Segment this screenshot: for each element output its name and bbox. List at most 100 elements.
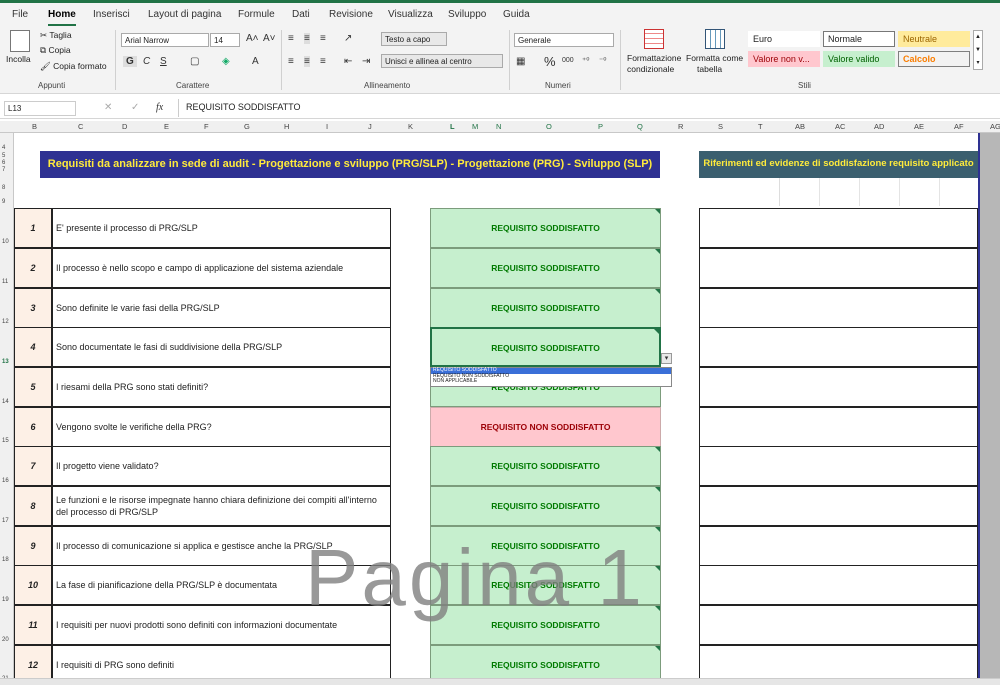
underline-button[interactable]: S bbox=[160, 56, 167, 67]
col-header[interactable]: L bbox=[450, 122, 455, 131]
col-header[interactable]: K bbox=[408, 122, 413, 131]
align-bottom-icon[interactable]: ≡ bbox=[320, 33, 326, 44]
format-painter-button[interactable]: 🖌 Copia formato bbox=[40, 61, 107, 72]
row-header[interactable]: 16 bbox=[2, 478, 9, 484]
style-normale[interactable]: Normale bbox=[823, 31, 895, 47]
align-right-icon[interactable]: ≡ bbox=[320, 56, 326, 67]
col-header[interactable]: B bbox=[32, 122, 37, 131]
row-header[interactable]: 4 bbox=[2, 145, 5, 151]
font-name-select[interactable]: Arial Narrow bbox=[121, 33, 209, 47]
row-header[interactable]: 10 bbox=[2, 239, 9, 245]
col-header[interactable]: F bbox=[204, 122, 209, 131]
col-header[interactable]: AF bbox=[954, 122, 964, 131]
menu-formule[interactable]: Formule bbox=[238, 9, 275, 20]
format-as-table-button[interactable]: Formatta come bbox=[686, 53, 743, 63]
requirement-text[interactable]: Il progetto viene validato? bbox=[52, 446, 391, 486]
menu-revisione[interactable]: Revisione bbox=[329, 9, 373, 20]
status-cell[interactable]: REQUISITO NON SODDISFATTO bbox=[430, 407, 661, 447]
col-header[interactable]: E bbox=[164, 122, 169, 131]
col-header[interactable]: S bbox=[718, 122, 723, 131]
bold-button[interactable]: G bbox=[123, 56, 137, 67]
cut-button[interactable]: ✂ Taglia bbox=[40, 30, 72, 41]
requirement-text[interactable]: E' presente il processo di PRG/SLP bbox=[52, 208, 391, 248]
col-header[interactable]: P bbox=[598, 122, 603, 131]
percent-icon[interactable]: % bbox=[544, 54, 556, 69]
col-header[interactable]: D bbox=[122, 122, 127, 131]
row-header[interactable]: 19 bbox=[2, 597, 9, 603]
menu-guida[interactable]: Guida bbox=[503, 9, 530, 20]
indent-decrease-icon[interactable]: ⇤ bbox=[344, 56, 352, 67]
function-icon[interactable]: fx bbox=[156, 102, 163, 113]
dropdown-arrow-icon[interactable]: ▾ bbox=[661, 353, 672, 364]
style-valido[interactable]: Valore valido bbox=[823, 51, 895, 67]
row-header[interactable]: 14 bbox=[2, 399, 9, 405]
row-header[interactable]: 11 bbox=[2, 279, 8, 285]
merge-center-button[interactable]: Unisci e allinea al centro bbox=[381, 54, 503, 68]
evidence-cell[interactable] bbox=[699, 208, 978, 248]
col-header[interactable]: G bbox=[244, 122, 250, 131]
cancel-icon[interactable]: ✕ bbox=[104, 102, 112, 113]
sheet-tabs-bar[interactable] bbox=[0, 678, 1000, 685]
conditional-format-button-line2[interactable]: condizionale bbox=[627, 64, 674, 74]
menu-sviluppo[interactable]: Sviluppo bbox=[448, 9, 486, 20]
row-header[interactable]: 5 bbox=[2, 153, 5, 159]
style-euro[interactable]: Euro bbox=[748, 31, 820, 47]
paste-button[interactable]: Incolla bbox=[6, 54, 31, 64]
align-center-icon[interactable]: ≡ bbox=[304, 56, 310, 67]
col-header[interactable]: H bbox=[284, 122, 289, 131]
increase-decimal-icon[interactable]: ⁺⁰ bbox=[582, 56, 589, 65]
row-header[interactable]: 9 bbox=[2, 199, 5, 205]
col-header[interactable]: R bbox=[678, 122, 683, 131]
row-header[interactable]: 8 bbox=[2, 185, 5, 191]
menu-layout[interactable]: Layout di pagina bbox=[148, 9, 221, 20]
requirement-text[interactable]: Il processo è nello scopo e campo di app… bbox=[52, 248, 391, 288]
col-header[interactable]: AB bbox=[795, 122, 805, 131]
col-header[interactable]: T bbox=[758, 122, 763, 131]
dropdown-option[interactable]: NON APPLICABILE bbox=[431, 378, 671, 385]
requirement-text[interactable]: Le funzioni e le risorse impegnate hanno… bbox=[52, 486, 391, 526]
col-header[interactable]: I bbox=[326, 122, 328, 131]
conditional-format-button[interactable]: Formattazione bbox=[627, 53, 681, 63]
col-header[interactable]: AC bbox=[835, 122, 845, 131]
menu-dati[interactable]: Dati bbox=[292, 9, 310, 20]
conditional-format-icon[interactable] bbox=[644, 29, 664, 49]
indent-increase-icon[interactable]: ⇥ bbox=[362, 56, 370, 67]
decrease-decimal-icon[interactable]: ⁻⁰ bbox=[599, 56, 606, 65]
copy-button[interactable]: ⧉ Copia bbox=[40, 45, 71, 56]
font-size-select[interactable]: 14 bbox=[210, 33, 240, 47]
name-box[interactable]: L13 bbox=[4, 101, 76, 116]
row-header[interactable]: 12 bbox=[2, 319, 9, 325]
requirement-text[interactable]: Vengono svolte le verifiche della PRG? bbox=[52, 407, 391, 447]
shrink-font-icon[interactable]: A˅ bbox=[263, 33, 276, 44]
evidence-cell[interactable] bbox=[699, 486, 978, 526]
paste-icon[interactable] bbox=[10, 30, 30, 52]
row-header[interactable]: 6 bbox=[2, 160, 5, 166]
evidence-cell[interactable] bbox=[699, 327, 978, 367]
evidence-cell[interactable] bbox=[699, 248, 978, 288]
align-left-icon[interactable]: ≡ bbox=[288, 56, 294, 67]
requirement-text[interactable]: Sono definite le varie fasi della PRG/SL… bbox=[52, 288, 391, 328]
align-middle-icon[interactable]: ≡ bbox=[304, 33, 310, 44]
status-cell-selected[interactable]: REQUISITO SODDISFATTO bbox=[430, 327, 661, 367]
col-header[interactable]: C bbox=[78, 122, 83, 131]
style-neutrale[interactable]: Neutrale bbox=[898, 31, 970, 47]
orientation-icon[interactable]: ↗ bbox=[344, 33, 352, 44]
enter-icon[interactable]: ✓ bbox=[131, 102, 139, 113]
menu-file[interactable]: File bbox=[12, 9, 28, 20]
status-cell[interactable]: REQUISITO SODDISFATTO bbox=[430, 486, 661, 526]
italic-button[interactable]: C bbox=[143, 56, 150, 67]
currency-icon[interactable]: ▦ bbox=[516, 56, 525, 67]
evidence-cell[interactable] bbox=[699, 565, 978, 605]
status-cell[interactable]: REQUISITO SODDISFATTO bbox=[430, 288, 661, 328]
col-header[interactable]: J bbox=[368, 122, 372, 131]
menu-inserisci[interactable]: Inserisci bbox=[93, 9, 130, 20]
col-header[interactable]: M bbox=[472, 122, 478, 131]
col-header[interactable]: AG bbox=[990, 122, 1000, 131]
requirement-text[interactable]: Sono documentate le fasi di suddivisione… bbox=[52, 327, 391, 367]
col-header[interactable]: Q bbox=[637, 122, 643, 131]
align-top-icon[interactable]: ≡ bbox=[288, 33, 294, 44]
wrap-text-button[interactable]: Testo a capo bbox=[381, 32, 447, 46]
formula-input[interactable]: REQUISITO SODDISFATTO bbox=[186, 102, 301, 112]
style-non-valido[interactable]: Valore non v... bbox=[748, 51, 820, 67]
col-header[interactable]: AD bbox=[874, 122, 884, 131]
